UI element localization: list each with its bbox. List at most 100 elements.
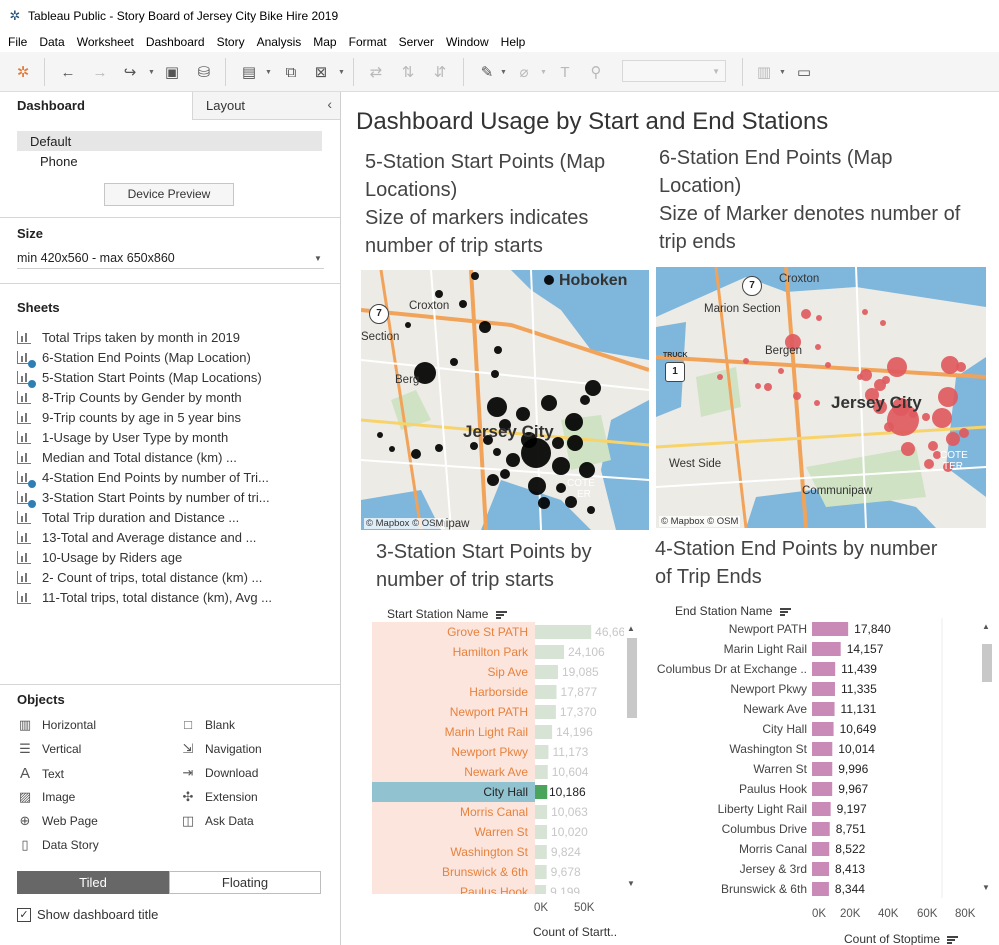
bar[interactable] (812, 822, 830, 836)
sheet-list-item[interactable]: 11-Total trips, total distance (km), Avg… (17, 587, 337, 607)
station-marker[interactable] (801, 309, 811, 319)
station-marker[interactable] (459, 300, 467, 308)
bar[interactable] (812, 702, 835, 716)
sort-descending-icon[interactable]: ⇵ (429, 62, 451, 82)
device-preview-button[interactable]: Device Preview (104, 183, 234, 206)
sheet-list-item[interactable]: 9-Trip counts by age in 5 year bins (17, 407, 337, 427)
category-label[interactable]: Washington St (450, 845, 528, 859)
menu-item-data[interactable]: Data (35, 35, 72, 49)
show-title-checkbox[interactable]: ✓ Show dashboard title (17, 907, 158, 922)
station-marker[interactable] (874, 379, 886, 391)
station-marker[interactable] (743, 358, 749, 364)
station-marker[interactable] (946, 432, 960, 446)
save-icon[interactable]: ▣ (161, 62, 183, 82)
category-label[interactable]: Columbus Drive (722, 822, 808, 836)
station-marker[interactable] (938, 387, 958, 407)
end-points-map[interactable]: Croxton Marion Section Bergen Jersey Cit… (656, 267, 986, 528)
category-label[interactable]: Morris Canal (460, 805, 528, 819)
station-marker[interactable] (924, 459, 934, 469)
station-marker[interactable] (389, 446, 395, 452)
bar[interactable] (535, 825, 548, 839)
device-default[interactable]: Default (17, 131, 322, 151)
station-marker[interactable] (901, 442, 915, 456)
object-image[interactable]: ▨ Image (17, 789, 76, 805)
collapse-panel-icon[interactable]: ‹ (327, 96, 332, 112)
object-download[interactable]: ⇥ Download (180, 765, 259, 781)
station-marker[interactable] (755, 383, 761, 389)
sort-ascending-icon[interactable]: ⇅ (397, 62, 419, 82)
bar[interactable] (812, 642, 841, 656)
object-webpage[interactable]: ⊕ Web Page (17, 813, 98, 829)
scroll-up-icon[interactable]: ▲ (627, 624, 635, 633)
station-marker[interactable] (764, 383, 772, 391)
category-label[interactable]: Newport PATH (450, 705, 528, 719)
station-marker[interactable] (956, 362, 966, 372)
station-marker[interactable] (411, 449, 421, 459)
bar[interactable] (535, 805, 548, 819)
station-marker[interactable] (450, 358, 458, 366)
clear-sheet-icon[interactable]: ⊠ (310, 62, 332, 82)
replay-icon[interactable]: ↪ (119, 62, 141, 82)
category-label[interactable]: Liberty Light Rail (718, 802, 807, 816)
bar[interactable] (812, 682, 835, 696)
category-label[interactable]: Newport PATH (729, 622, 807, 636)
bar[interactable] (535, 845, 547, 859)
tableau-home-icon[interactable]: ✲ (12, 62, 34, 82)
object-datastory[interactable]: ▯ Data Story (17, 837, 98, 853)
bar[interactable] (535, 665, 558, 679)
category-label[interactable]: Columbus Dr at Exchange .. (657, 662, 807, 676)
station-marker[interactable] (471, 272, 479, 280)
category-label[interactable]: Marin Light Rail (445, 725, 528, 739)
station-marker[interactable] (500, 469, 510, 479)
station-marker[interactable] (565, 496, 577, 508)
station-marker[interactable] (491, 370, 499, 378)
menu-item-worksheet[interactable]: Worksheet (73, 35, 142, 49)
scrollbar-thumb[interactable] (627, 638, 637, 718)
replay-dropdown-icon[interactable]: ▼ (148, 69, 155, 76)
start-bar-chart[interactable]: Grove St PATH 46,662Hamilton Park 24,106Si… (372, 622, 642, 894)
bar[interactable] (812, 722, 834, 736)
end-x-axis-label[interactable]: Count of Stoptime (844, 932, 959, 945)
station-marker[interactable] (778, 368, 784, 374)
menu-item-format[interactable]: Format (345, 35, 395, 49)
station-marker[interactable] (552, 457, 570, 475)
sheet-list-item[interactable]: Median and Total distance (km) ... (17, 447, 337, 467)
scroll-down-icon[interactable]: ▼ (627, 879, 635, 888)
menu-item-analysis[interactable]: Analysis (253, 35, 310, 49)
bar[interactable] (535, 745, 549, 759)
object-navigation[interactable]: ⇲ Navigation (180, 741, 262, 757)
menu-item-map[interactable]: Map (309, 35, 344, 49)
object-horizontal[interactable]: ▥ Horizontal (17, 717, 96, 733)
bar[interactable] (535, 885, 547, 894)
start-points-map[interactable]: Hoboken Croxton Section Berg Jersey City… (361, 270, 649, 530)
tiled-button[interactable]: Tiled (17, 871, 169, 894)
station-marker[interactable] (717, 374, 723, 380)
swap-icon[interactable]: ⇄ (365, 62, 387, 82)
sheet-list-item[interactable]: Total Trips taken by month in 2019 (17, 327, 337, 347)
end-station-header[interactable]: End Station Name (675, 604, 791, 618)
station-marker[interactable] (815, 344, 821, 350)
station-marker[interactable] (528, 477, 546, 495)
bar[interactable] (535, 625, 592, 639)
bar[interactable] (812, 802, 831, 816)
station-marker[interactable] (494, 346, 502, 354)
bar[interactable] (812, 662, 836, 676)
sort-icon[interactable] (947, 935, 959, 945)
station-marker[interactable] (541, 395, 557, 411)
station-marker[interactable] (435, 444, 443, 452)
bar[interactable] (812, 622, 849, 636)
category-label[interactable]: Newark Ave (464, 765, 528, 779)
tab-dashboard[interactable]: Dashboard (0, 92, 193, 120)
category-label[interactable]: Warren St (753, 762, 807, 776)
redo-icon[interactable]: → (89, 62, 111, 82)
sheet-list-item[interactable]: 1-Usage by User Type by month (17, 427, 337, 447)
station-marker[interactable] (579, 462, 595, 478)
station-marker[interactable] (516, 407, 530, 421)
object-text[interactable]: A Text (17, 765, 64, 782)
floating-button[interactable]: Floating (169, 871, 321, 894)
bar[interactable] (535, 685, 557, 699)
new-worksheet-dropdown-icon[interactable]: ▼ (265, 69, 272, 76)
bar[interactable] (812, 842, 830, 856)
tab-layout[interactable]: Layout (193, 92, 340, 119)
category-label[interactable]: Brunswick & 6th (721, 882, 807, 896)
